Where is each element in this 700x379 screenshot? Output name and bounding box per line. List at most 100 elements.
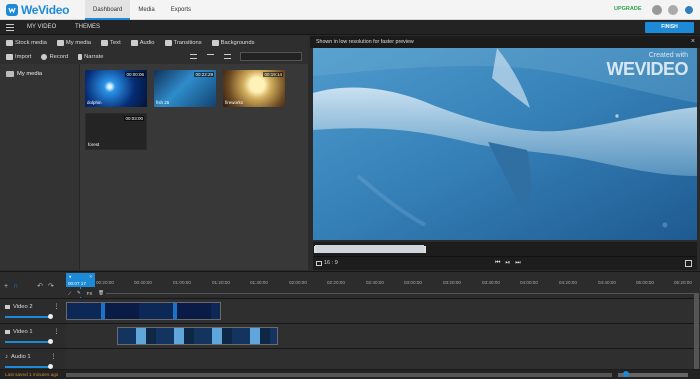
timeline-vertical-scrollbar[interactable] xyxy=(694,293,699,369)
my-media-tab[interactable]: My media xyxy=(56,40,92,46)
redo-icon[interactable]: ↷ xyxy=(48,282,54,290)
track-label: Video 1 ⋮ xyxy=(5,329,59,335)
record-label: Record xyxy=(49,54,69,60)
edit-icon[interactable]: ✎ xyxy=(77,290,81,296)
notification-bell-icon[interactable] xyxy=(668,5,678,15)
text-tab[interactable]: Text xyxy=(101,40,121,46)
media-duration: 00:00:06 xyxy=(125,72,145,77)
menu-icon[interactable] xyxy=(6,24,14,31)
fx-button[interactable]: FX xyxy=(87,291,93,296)
narrate-button[interactable]: Narrate xyxy=(78,54,103,60)
range-start-handle[interactable] xyxy=(314,246,316,253)
timeline-tick-5: 01:40:00 xyxy=(250,280,268,285)
aspect-ratio-label: 16 : 9 xyxy=(324,260,338,266)
track-label: ♪ Audio 1 ⋮ xyxy=(5,354,56,360)
volume-knob[interactable] xyxy=(48,314,53,319)
timeline-clip-fish[interactable] xyxy=(117,327,278,345)
track-volume-slider[interactable] xyxy=(5,339,53,344)
track-lane xyxy=(66,324,694,348)
previous-frame-icon[interactable]: ⏮ xyxy=(495,260,500,267)
sort-icon[interactable] xyxy=(224,54,231,59)
backgrounds-tab[interactable]: Backgrounds xyxy=(211,40,255,46)
audio-icon xyxy=(130,40,138,46)
preview-scrubber[interactable] xyxy=(313,242,697,256)
media-search-input[interactable] xyxy=(240,52,302,61)
track-volume-slider[interactable] xyxy=(5,314,53,319)
themes-button[interactable]: THEMES xyxy=(75,20,100,35)
folder-icon xyxy=(6,71,14,77)
preview-selected-range[interactable] xyxy=(315,245,424,253)
dashboard-tab[interactable]: Dashboard xyxy=(85,0,131,20)
preview-header: Shown in low resolution for faster previ… xyxy=(310,36,700,48)
narrate-label: Narrate xyxy=(84,54,104,60)
audio-tab[interactable]: Audio xyxy=(130,40,155,46)
track-menu-icon[interactable]: ⋮ xyxy=(51,354,57,360)
media-duration: 00:22:29 xyxy=(194,72,214,77)
sidebar-item-my-media[interactable]: My media xyxy=(6,71,42,77)
transitions-tab[interactable]: Transitions xyxy=(164,40,202,46)
timeline-tick-10: 03:20:00 xyxy=(443,280,461,285)
next-frame-icon[interactable]: ⏭ xyxy=(515,260,520,267)
exports-tab[interactable]: Exports xyxy=(163,0,199,20)
video-preview[interactable]: Created with WEVIDEO xyxy=(313,48,697,240)
top-bar: WeVideo Dashboard Media Exports UPGRADE xyxy=(0,0,700,20)
stock-media-tab[interactable]: Stock media xyxy=(6,40,47,46)
preview-controls: 16 : 9 ⏮ ⏯ ⏭ xyxy=(313,256,697,270)
my-media-label: My media xyxy=(65,40,92,46)
zoom-knob[interactable] xyxy=(623,371,629,377)
list-view-icon[interactable] xyxy=(190,54,197,59)
user-avatar[interactable] xyxy=(684,5,694,15)
timeline-ruler[interactable]: 00:00:00 00:20:00 00:40:00 01:00:00 01:2… xyxy=(66,280,694,294)
close-playhead-icon[interactable]: × xyxy=(89,274,92,279)
playhead-marker-icon: ♦ xyxy=(69,274,72,279)
import-button[interactable]: Import xyxy=(6,54,31,60)
music-note-icon: ♪ xyxy=(5,354,8,360)
close-icon[interactable]: × xyxy=(691,36,695,48)
play-icon[interactable]: ⏯ xyxy=(505,260,510,267)
track-name: Video 1 xyxy=(13,329,33,335)
media-toolbar: Import Record Narrate xyxy=(0,50,308,64)
track-volume-slider[interactable] xyxy=(5,364,53,369)
fullscreen-icon[interactable] xyxy=(685,260,692,267)
media-thumbnail-fish[interactable]: 00:22:29 fish 25 xyxy=(154,70,216,107)
timeline-zoom-slider[interactable] xyxy=(618,371,688,377)
media-thumbnail-dolphin[interactable]: 00:00:06 dolphin xyxy=(85,70,147,107)
aspect-ratio-selector[interactable]: 16 : 9 xyxy=(316,260,338,266)
import-label: Import xyxy=(15,54,32,60)
media-thumbnail-forest[interactable]: 00:03:00 forest xyxy=(85,113,147,150)
range-end-handle[interactable] xyxy=(424,246,426,253)
timeline-horizontal-scrollbar[interactable] xyxy=(66,373,612,377)
add-track-icon[interactable]: + xyxy=(4,283,8,290)
media-duration: 00:19:14 xyxy=(263,72,283,77)
cut-icon[interactable]: ⟋ xyxy=(68,291,71,296)
media-name: fireworks xyxy=(225,100,244,105)
upgrade-link[interactable]: UPGRADE xyxy=(614,6,642,12)
project-menu-bar: MY VIDEO THEMES FINISH xyxy=(0,20,700,35)
timeline-tick-11: 03:40:00 xyxy=(482,280,500,285)
timeline-tick-2: 00:40:00 xyxy=(134,280,152,285)
volume-knob[interactable] xyxy=(48,339,53,344)
help-icon[interactable] xyxy=(652,5,662,15)
track-menu-icon[interactable]: ⋮ xyxy=(54,329,60,335)
media-thumbnail-fireworks[interactable]: 00:19:14 fireworks xyxy=(223,70,285,107)
wevideo-watermark: Created with WEVIDEO xyxy=(606,52,688,80)
timeline-tick-6: 02:00:00 xyxy=(289,280,307,285)
video-track-icon xyxy=(5,305,10,309)
media-tab[interactable]: Media xyxy=(130,0,162,20)
record-button[interactable]: Record xyxy=(41,54,68,60)
filter-icon[interactable] xyxy=(207,54,214,59)
top-navigation: Dashboard Media Exports xyxy=(85,0,199,20)
sidebar-item-label: My media xyxy=(17,71,43,77)
track-menu-icon[interactable]: ⋮ xyxy=(54,304,60,310)
wevideo-logo[interactable]: WeVideo xyxy=(6,3,69,17)
delete-icon[interactable]: 🗑 xyxy=(98,290,104,296)
finish-button[interactable]: FINISH xyxy=(645,22,694,33)
timeline-clip-dolphin[interactable] xyxy=(66,302,221,320)
logo-mark-icon xyxy=(6,4,18,16)
undo-icon[interactable]: ↶ xyxy=(37,282,43,290)
timeline-tick-14: 04:40:00 xyxy=(598,280,616,285)
record-icon xyxy=(41,54,48,60)
project-title[interactable]: MY VIDEO xyxy=(27,20,56,35)
magnet-icon[interactable]: ∩ xyxy=(13,283,18,290)
backgrounds-label: Backgrounds xyxy=(220,40,255,46)
